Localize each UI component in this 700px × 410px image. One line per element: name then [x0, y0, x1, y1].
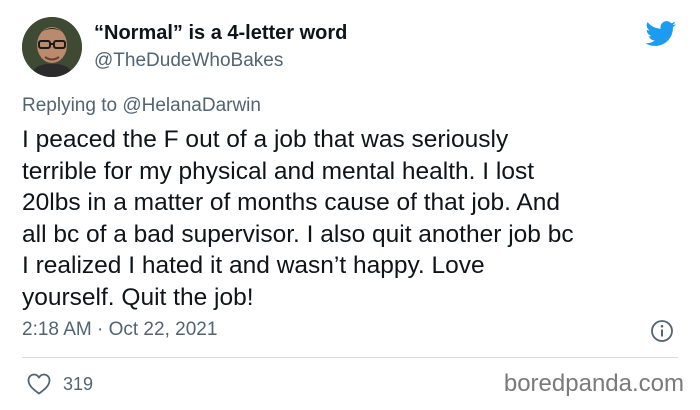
watermark: boredpanda.com: [503, 370, 684, 397]
twitter-bird-icon: [645, 21, 677, 47]
like-count: 319: [63, 374, 94, 394]
tweet-text-line: I realized I hated it and wasn’t happy. …: [22, 252, 485, 279]
divider: [22, 357, 678, 358]
replying-to-line: Replying to @HelanaDarwin: [22, 95, 261, 117]
tweet-text: I peaced the F out of a job that was ser…: [22, 124, 682, 313]
replying-prefix: Replying to: [22, 95, 123, 116]
author-handle[interactable]: @TheDudeWhoBakes: [94, 50, 283, 72]
heart-icon[interactable]: [27, 373, 51, 395]
tweet-text-line: yourself. Quit the job!: [22, 283, 254, 311]
info-icon[interactable]: [650, 319, 674, 343]
reply-mention-link[interactable]: @HelanaDarwin: [122, 95, 261, 116]
tweet-text-line: 20lbs in a matter of months cause of tha…: [22, 189, 560, 216]
tweet-card: “Normal” is a 4-letter word @TheDudeWhoB…: [0, 0, 700, 410]
tweet-text-line: all bc of a bad supervisor. I also quit …: [22, 220, 574, 248]
tweet-text-line: I peaced the F out of a job that was ser…: [22, 126, 509, 153]
tweet-timestamp[interactable]: 2:18 AM · Oct 22, 2021: [22, 319, 217, 341]
tweet-text-line: terrible for my physical and mental heal…: [22, 157, 535, 185]
author-display-name[interactable]: “Normal” is a 4-letter word: [94, 22, 347, 45]
avatar[interactable]: [22, 17, 82, 77]
